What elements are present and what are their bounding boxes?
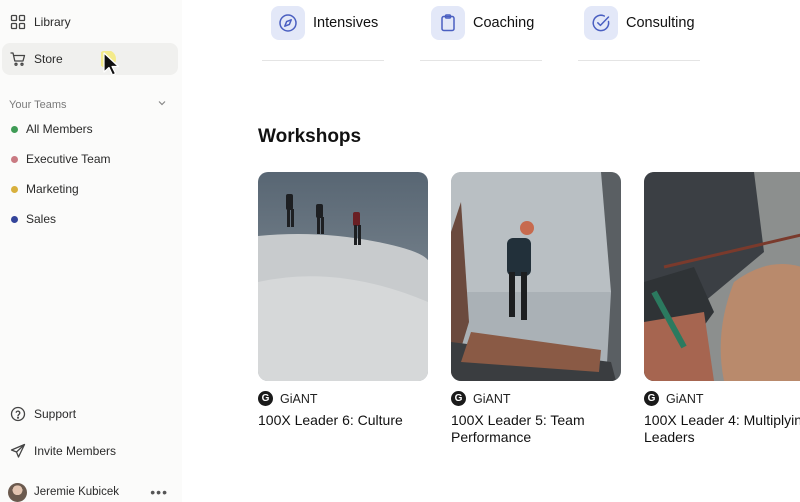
giant-logo-icon: G <box>644 391 659 406</box>
sidebar-item-label: Support <box>34 407 77 421</box>
workshop-card[interactable]: G GiANT 100X Leader 5: Team Performance <box>451 172 621 446</box>
section-title: Workshops <box>258 126 362 147</box>
card-title[interactable]: 100X Leader 6: Culture <box>258 412 428 429</box>
sidebar-item-support[interactable]: Support <box>2 398 178 430</box>
sidebar-item-invite-members[interactable]: Invite Members <box>2 435 178 467</box>
user-menu[interactable]: Jeremie Kubicek ••• <box>8 482 168 502</box>
divider <box>420 60 542 61</box>
card-title[interactable]: 100X Leader 5: Team Performance <box>451 412 621 446</box>
send-icon <box>10 443 26 459</box>
divider <box>578 60 700 61</box>
user-name: Jeremie Kubicek <box>34 486 120 498</box>
card-brand: G GiANT <box>451 391 621 406</box>
chevron-down-icon[interactable] <box>157 98 167 111</box>
card-brand-label: GiANT <box>280 391 318 406</box>
sidebar-item-label: Store <box>34 52 63 66</box>
card-thumbnail[interactable] <box>644 172 800 381</box>
compass-icon <box>271 6 305 40</box>
sidebar-item-label: Library <box>34 15 71 29</box>
help-icon <box>10 406 26 422</box>
clipboard-icon <box>431 6 465 40</box>
category-label: Intensives <box>313 15 379 31</box>
category-consulting[interactable]: Consulting <box>584 6 695 40</box>
card-brand: G GiANT <box>644 391 800 406</box>
team-color-dot <box>11 155 18 163</box>
category-coaching[interactable]: Coaching <box>431 6 534 40</box>
category-intensives[interactable]: Intensives <box>271 6 378 40</box>
category-label: Consulting <box>626 15 695 31</box>
more-options-icon[interactable]: ••• <box>150 484 168 500</box>
team-item-all-members[interactable]: All Members <box>11 121 93 137</box>
team-item-sales[interactable]: Sales <box>11 211 56 227</box>
sidebar-item-label: Invite Members <box>34 444 117 458</box>
team-item-marketing[interactable]: Marketing <box>11 181 79 197</box>
sidebar-item-library[interactable]: Library <box>2 6 178 38</box>
card-brand-label: GiANT <box>473 391 511 406</box>
workshop-card[interactable]: G GiANT 100X Leader 4: Multiplying Leade… <box>644 172 800 446</box>
team-color-dot <box>11 215 18 223</box>
team-label: Marketing <box>26 182 79 196</box>
card-thumbnail[interactable] <box>451 172 621 381</box>
card-brand-label: GiANT <box>666 391 704 406</box>
giant-logo-icon: G <box>258 391 273 406</box>
card-title[interactable]: 100X Leader 4: Multiplying Leaders <box>644 412 800 446</box>
avatar <box>8 482 27 502</box>
team-color-dot <box>11 185 18 193</box>
sidebar-item-store[interactable]: Store <box>2 43 178 75</box>
team-color-dot <box>11 125 18 133</box>
sidebar: Library Store Your Teams All Members Exe… <box>0 0 182 502</box>
team-item-executive-team[interactable]: Executive Team <box>11 151 111 167</box>
mouse-cursor-icon <box>98 50 123 79</box>
team-label: All Members <box>26 122 93 136</box>
teams-header-label: Your Teams <box>9 98 67 111</box>
category-label: Coaching <box>473 15 535 31</box>
check-circle-icon <box>584 6 618 40</box>
giant-logo-icon: G <box>451 391 466 406</box>
team-label: Executive Team <box>26 152 111 166</box>
card-thumbnail[interactable] <box>258 172 428 381</box>
card-brand: G GiANT <box>258 391 428 406</box>
grid-icon <box>10 14 26 30</box>
team-label: Sales <box>26 212 57 226</box>
teams-header[interactable]: Your Teams <box>9 98 167 111</box>
divider <box>262 60 384 61</box>
workshop-card[interactable]: G GiANT 100X Leader 6: Culture <box>258 172 428 429</box>
cart-icon <box>10 51 26 67</box>
